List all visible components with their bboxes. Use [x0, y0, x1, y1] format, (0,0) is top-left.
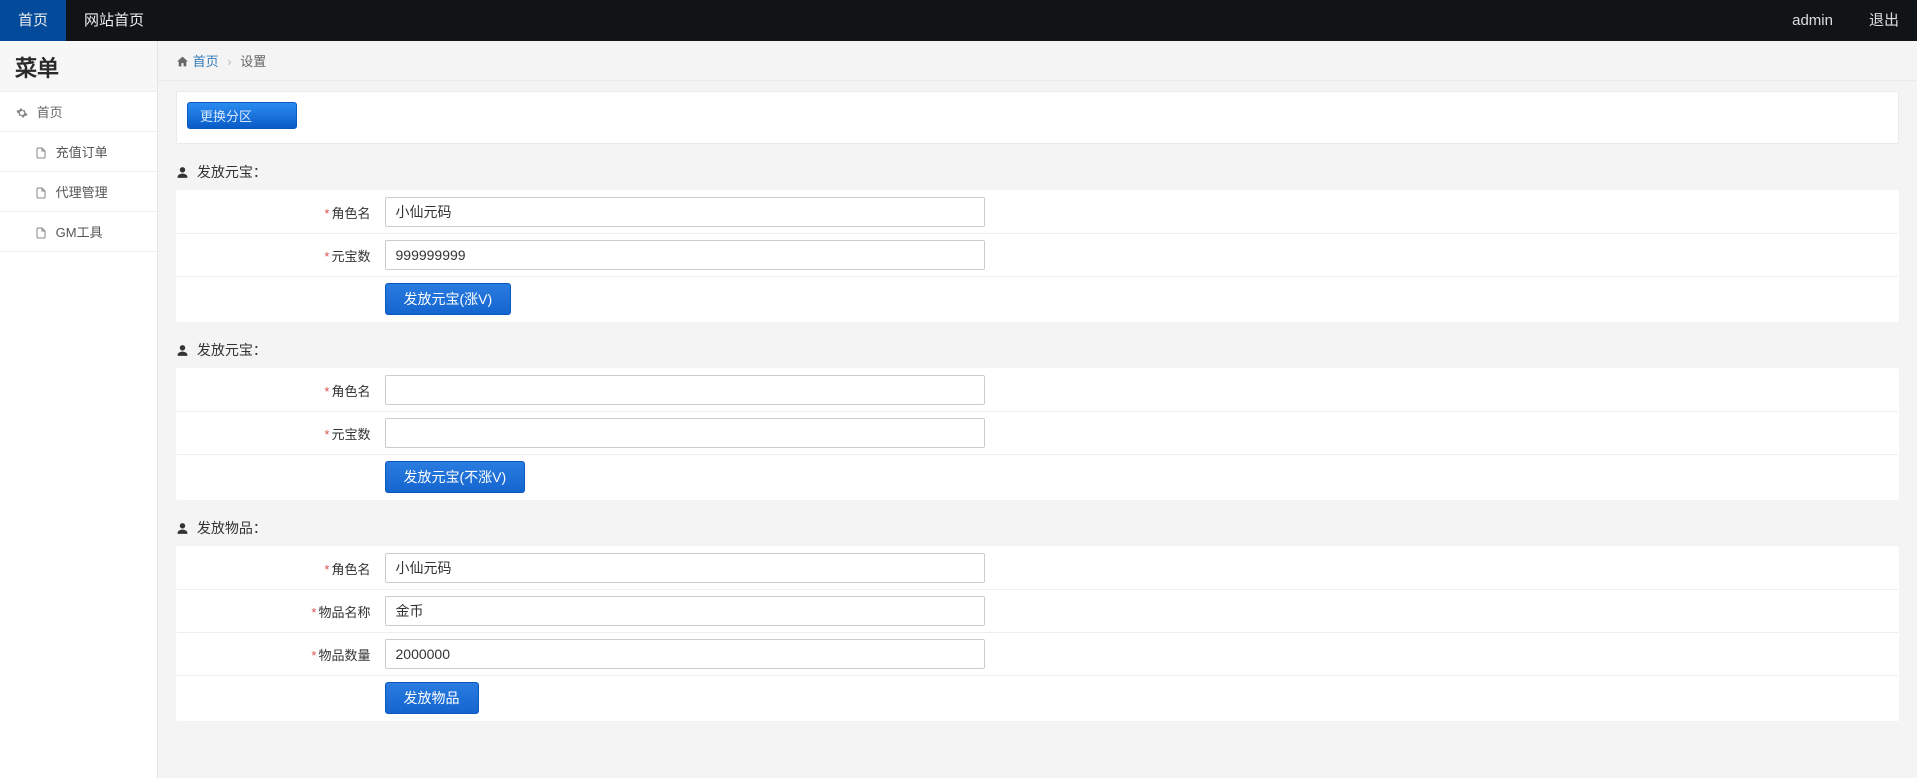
home-icon: [176, 54, 193, 69]
person-icon: [176, 342, 193, 358]
sidebar-item-agent[interactable]: 代理管理: [0, 172, 157, 212]
nav-site-home[interactable]: 网站首页: [66, 0, 162, 41]
input-role-name-1[interactable]: [385, 197, 985, 227]
sidebar: 菜单 首页 充值订单 代理管理 GM工具: [0, 41, 158, 778]
form-item: *角色名 *物品名称 *物品数量 发放物品: [176, 546, 1899, 721]
nav-home[interactable]: 首页: [0, 0, 66, 41]
input-yuanbao-count-2[interactable]: [385, 418, 985, 448]
file-icon: [34, 225, 48, 240]
section-title-yuanbao-1: 发放元宝：: [176, 162, 1899, 182]
section-title-item: 发放物品：: [176, 518, 1899, 538]
user-label[interactable]: admin: [1774, 0, 1851, 41]
input-role-name-3[interactable]: [385, 553, 985, 583]
input-item-name[interactable]: [385, 596, 985, 626]
form-yuanbao-2: *角色名 *元宝数 发放元宝(不涨V): [176, 368, 1899, 500]
button-send-item[interactable]: 发放物品: [385, 682, 479, 714]
person-icon: [176, 164, 193, 180]
form-yuanbao-1: *角色名 *元宝数 发放元宝(涨V): [176, 190, 1899, 322]
button-send-yuanbao-v[interactable]: 发放元宝(涨V): [385, 283, 512, 315]
gear-icon: [15, 105, 29, 120]
person-icon: [176, 520, 193, 536]
sidebar-group-home[interactable]: 首页: [0, 92, 157, 132]
topbar: 首页 网站首页 admin 退出: [0, 0, 1917, 41]
file-icon: [34, 185, 48, 200]
change-zone-button[interactable]: 更换分区: [187, 102, 297, 129]
sidebar-title: 菜单: [0, 41, 157, 92]
breadcrumb: 首页 › 设置: [158, 41, 1917, 81]
breadcrumb-home[interactable]: 首页: [193, 54, 219, 69]
sidebar-item-recharge[interactable]: 充值订单: [0, 132, 157, 172]
logout-link[interactable]: 退出: [1851, 0, 1917, 41]
input-item-count[interactable]: [385, 639, 985, 669]
breadcrumb-current: 设置: [240, 54, 266, 69]
input-role-name-2[interactable]: [385, 375, 985, 405]
change-zone-panel: 更换分区: [176, 91, 1899, 144]
button-send-yuanbao-no-v[interactable]: 发放元宝(不涨V): [385, 461, 526, 493]
file-icon: [34, 145, 48, 160]
sidebar-item-gm-tools[interactable]: GM工具: [0, 212, 157, 252]
section-title-yuanbao-2: 发放元宝：: [176, 340, 1899, 360]
input-yuanbao-count-1[interactable]: [385, 240, 985, 270]
main-content: 首页 › 设置 更换分区 发放元宝： *角色名 *元宝数: [158, 41, 1917, 778]
